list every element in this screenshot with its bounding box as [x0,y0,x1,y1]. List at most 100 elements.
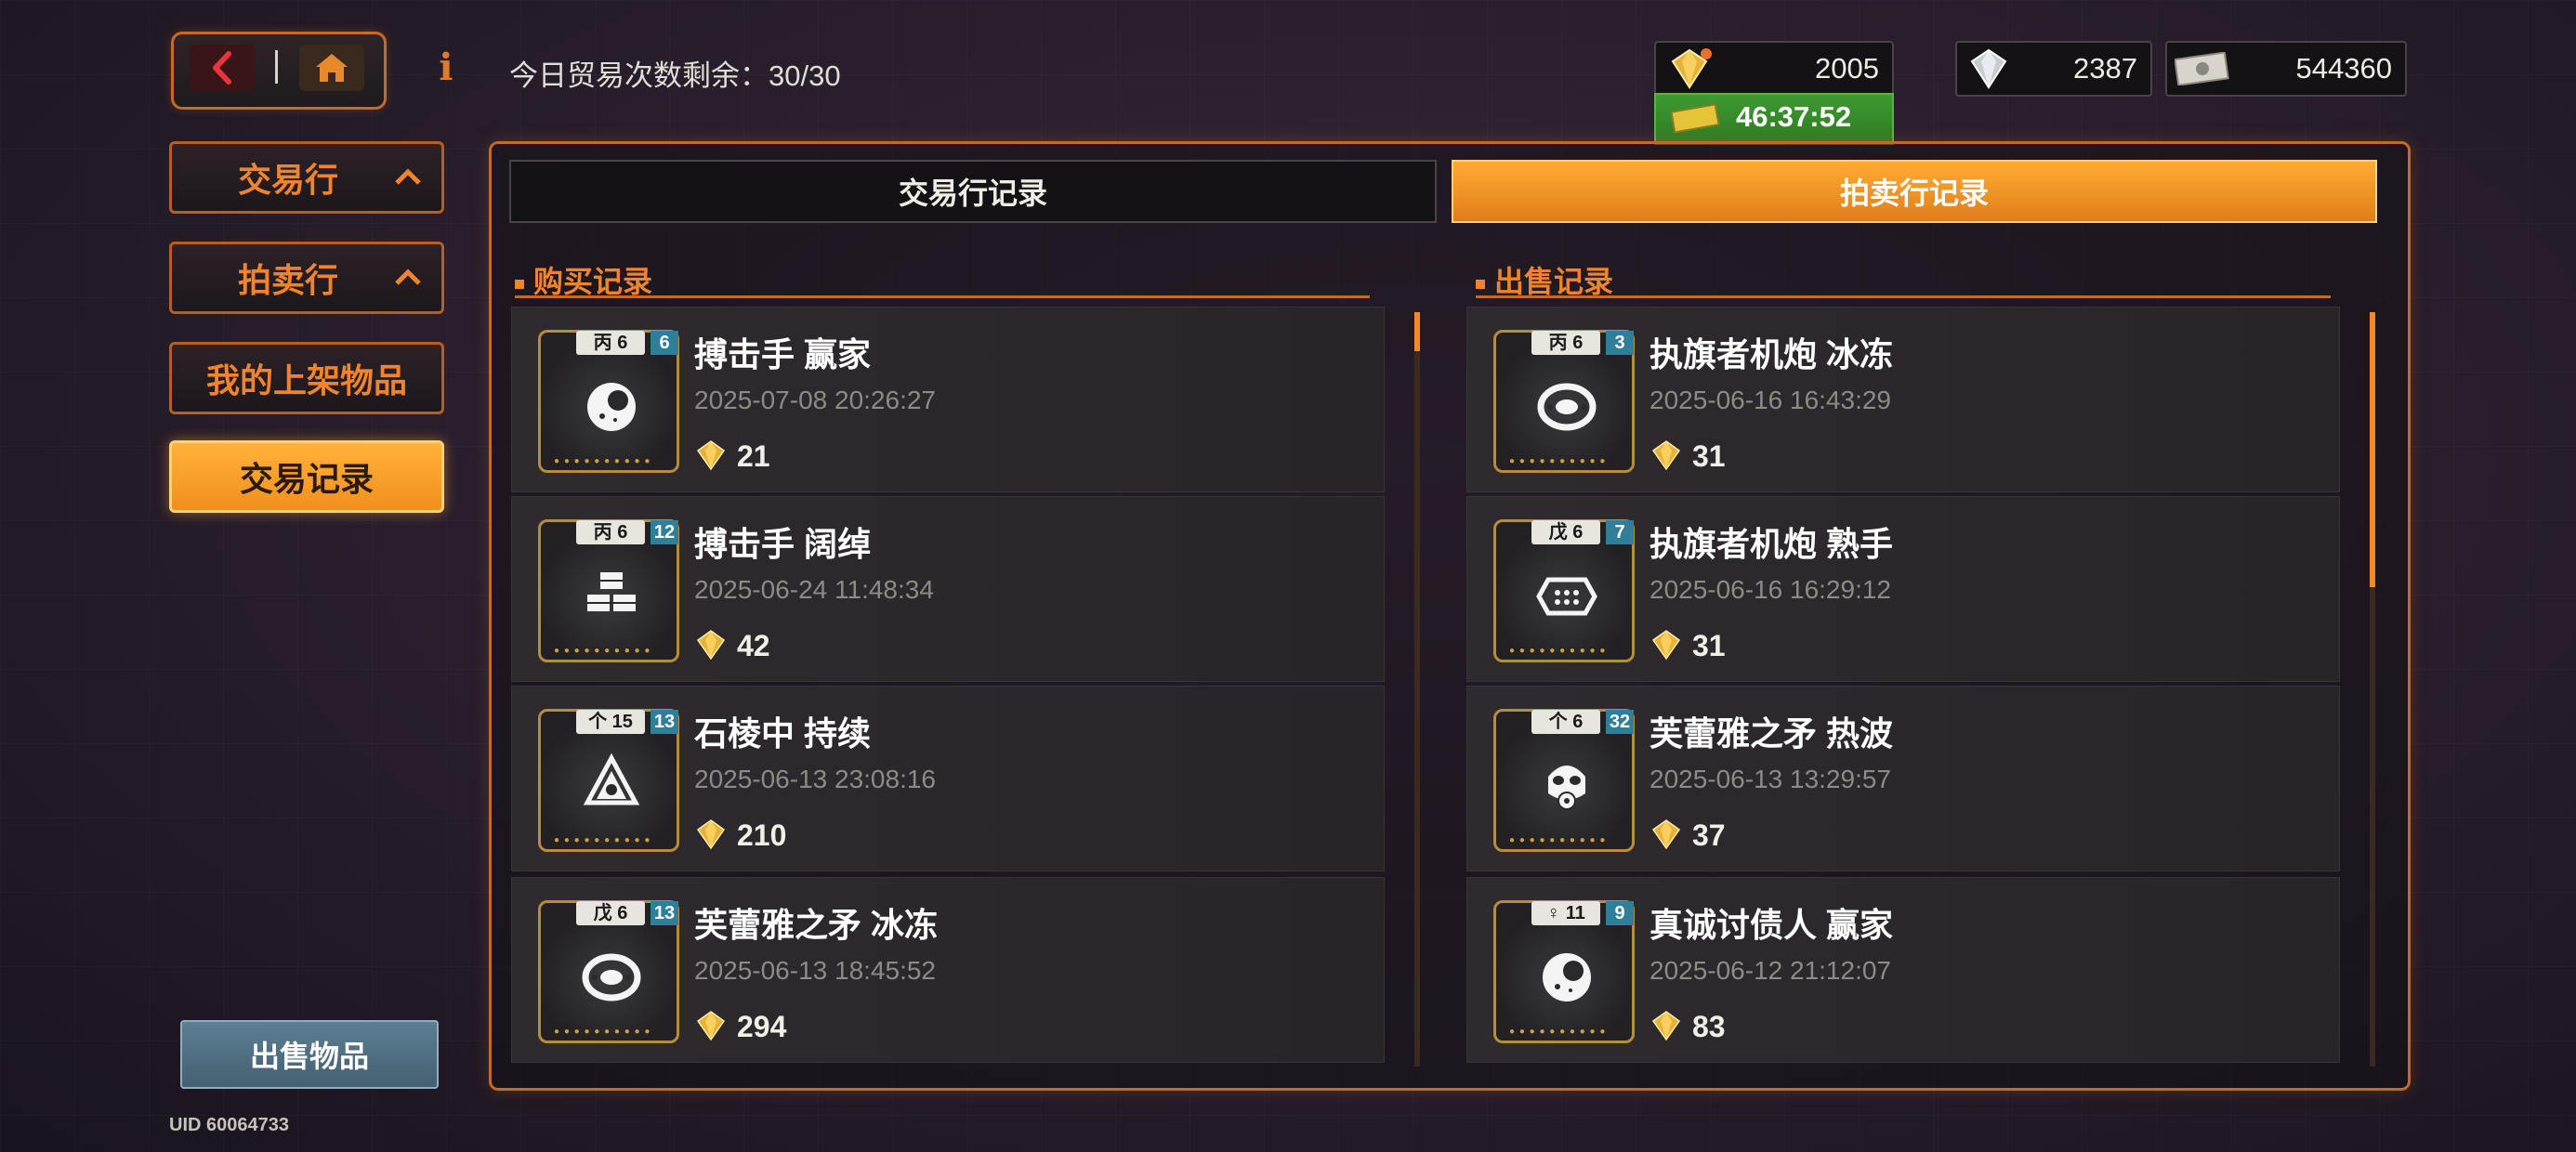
record-row[interactable]: 丙 6 3 ● ● ● ● ● ● ● ● ● ● 执旗者机炮 冰冻 2025-06-1… [1466,307,2340,492]
record-date: 2025-06-16 16:29:12 [1649,575,1891,604]
item-tier-tag: 丙 6 [1531,331,1600,355]
trade-remaining-text: 今日贸易次数剩余：30/30 [509,59,841,92]
item-tier-tag: 个 15 [576,710,645,734]
sidebar-item-label: 交易记录 [239,460,374,498]
item-thumbnail: 个 6 32 ● ● ● ● ● ● ● ● ● ● [1493,709,1635,852]
gold-gem-icon [696,440,726,471]
item-name: 执旗者机炮 熟手 [1649,525,1894,563]
currency-money-value: 544360 [2295,52,2392,85]
item-level-badge: 7 [1606,520,1634,544]
buy-records-underline [515,295,1370,298]
item-level-badge: 12 [651,520,678,544]
buy-scrollbar[interactable] [1414,312,1420,1067]
record-price: 21 [737,439,770,473]
skull-mask-icon [1548,766,1585,810]
sidebar-item-exchange[interactable]: 交易行 [169,141,444,214]
item-rating-dots: ● ● ● ● ● ● ● ● ● ● [554,646,651,656]
sidebar-item-my-listings[interactable]: 我的上架物品 [169,342,444,414]
item-level-badge: 3 [1606,331,1634,355]
record-price: 37 [1692,818,1726,852]
record-row[interactable]: 个 6 32 ● ● ● ● ● ● ● ● ● ● 芙蕾雅之矛 热波 2025-06-… [1466,686,2340,871]
nav-divider [275,50,278,84]
record-row[interactable]: 丙 6 12 ● ● ● ● ● ● ● ● ● ● 搏击手 阔绰 2025-06-24… [511,496,1385,682]
sell-records-underline [1476,295,2331,298]
item-name: 石棱中 持续 [694,714,872,753]
item-name: 搏击手 赢家 [694,335,872,373]
sidebar-item-auction[interactable]: 拍卖行 [169,242,444,314]
ticket-icon [1670,103,1720,134]
record-date: 2025-06-13 23:08:16 [694,765,936,793]
item-thumbnail: 丙 6 12 ● ● ● ● ● ● ● ● ● ● [538,519,679,662]
tab-auction-records[interactable]: 拍卖行记录 [1452,160,2377,223]
price-group: 21 [694,438,880,475]
record-date: 2025-06-13 13:29:57 [1649,765,1891,793]
item-tier-tag: ♀ 11 [1531,901,1600,925]
uid-text: UID 60064733 [169,1115,289,1135]
item-name: 芙蕾雅之矛 冰冻 [694,906,939,944]
record-date: 2025-06-12 21:12:07 [1649,956,1891,985]
item-name: 搏击手 阔绰 [694,525,872,563]
tri-shield-icon [583,753,640,805]
record-price: 210 [737,818,787,852]
record-row[interactable]: ♀ 11 9 ● ● ● ● ● ● ● ● ● ● 真诚讨债人 赢家 2025-06-… [1466,877,2340,1063]
ring-dots-icon [1537,383,1597,431]
home-icon [316,54,348,82]
item-tier-tag: 个 6 [1531,710,1600,734]
gold-gem-icon [696,819,726,850]
record-price: 31 [1692,439,1726,473]
record-date: 2025-06-24 11:48:34 [694,575,934,604]
item-thumbnail: 戊 6 13 ● ● ● ● ● ● ● ● ● ● [538,900,679,1043]
ring-dots-icon [582,953,641,1001]
moon-sphere-icon [587,383,636,431]
item-level-badge: 13 [651,710,678,734]
item-tier-tag: 戊 6 [1531,520,1600,544]
item-level-badge: 32 [1606,710,1634,734]
sidebar-item-trade-records[interactable]: 交易记录 [169,440,444,513]
item-thumbnail: 戊 6 7 ● ● ● ● ● ● ● ● ● ● [1493,519,1635,662]
item-name: 芙蕾雅之矛 热波 [1649,714,1894,753]
gold-gem-icon [696,1011,726,1041]
record-row[interactable]: 戊 6 7 ● ● ● ● ● ● ● ● ● ● 执旗者机炮 熟手 2025-06-1… [1466,496,2340,682]
chevron-up-icon [395,168,421,185]
item-name: 真诚讨债人 赢家 [1649,906,1894,944]
item-thumbnail: 丙 6 6 ● ● ● ● ● ● ● ● ● ● [538,330,679,473]
tab-exchange-records[interactable]: 交易行记录 [509,160,1437,223]
info-icon[interactable]: i [433,48,459,87]
home-button[interactable] [299,45,364,91]
item-rating-dots: ● ● ● ● ● ● ● ● ● ● [1509,1027,1607,1037]
item-tier-tag: 丙 6 [576,520,645,544]
price-group: 210 [694,817,880,854]
gold-gem-icon [1651,819,1681,850]
record-row[interactable]: 个 15 13 ● ● ● ● ● ● ● ● ● ● 石棱中 持续 2025-06-1… [511,686,1385,871]
record-date: 2025-07-08 20:26:27 [694,386,936,414]
record-row[interactable]: 丙 6 6 ● ● ● ● ● ● ● ● ● ● 搏击手 赢家 2025-07-08 … [511,307,1385,492]
item-tier-tag: 戊 6 [576,901,645,925]
currency-gold: 2005 [1654,41,1894,97]
blocks-icon [587,572,636,611]
sell-item-button[interactable]: 出售物品 [180,1020,439,1089]
item-level-badge: 13 [651,901,678,925]
record-price: 294 [737,1010,787,1043]
gold-gem-icon [696,630,726,661]
item-rating-dots: ● ● ● ● ● ● ● ● ● ● [1509,646,1607,656]
sell-scrollbar-thumb[interactable] [2370,312,2375,587]
item-name: 执旗者机炮 冰冻 [1649,335,1894,373]
buy-scrollbar-thumb[interactable] [1414,312,1420,351]
sidebar-item-label: 我的上架物品 [205,361,407,399]
gold-gem-icon [1651,630,1681,661]
price-group: 31 [1649,627,1835,664]
silver-gem-icon [1970,48,2007,89]
price-group: 37 [1649,817,1835,854]
back-button[interactable] [190,45,255,91]
sidebar-item-label: 拍卖行 [237,261,338,299]
item-level-badge: 9 [1606,901,1634,925]
record-date: 2025-06-16 16:43:29 [1649,386,1891,414]
chevron-up-icon [395,268,421,285]
timer-value: 46:37:52 [1736,100,1852,133]
item-level-badge: 6 [651,331,678,355]
record-row[interactable]: 戊 6 13 ● ● ● ● ● ● ● ● ● ● 芙蕾雅之矛 冰冻 2025-06-… [511,877,1385,1063]
currency-gold-value: 2005 [1815,52,1879,85]
moon-sphere-icon [1543,953,1591,1001]
item-thumbnail: 丙 6 3 ● ● ● ● ● ● ● ● ● ● [1493,330,1635,473]
price-group: 294 [694,1008,880,1045]
